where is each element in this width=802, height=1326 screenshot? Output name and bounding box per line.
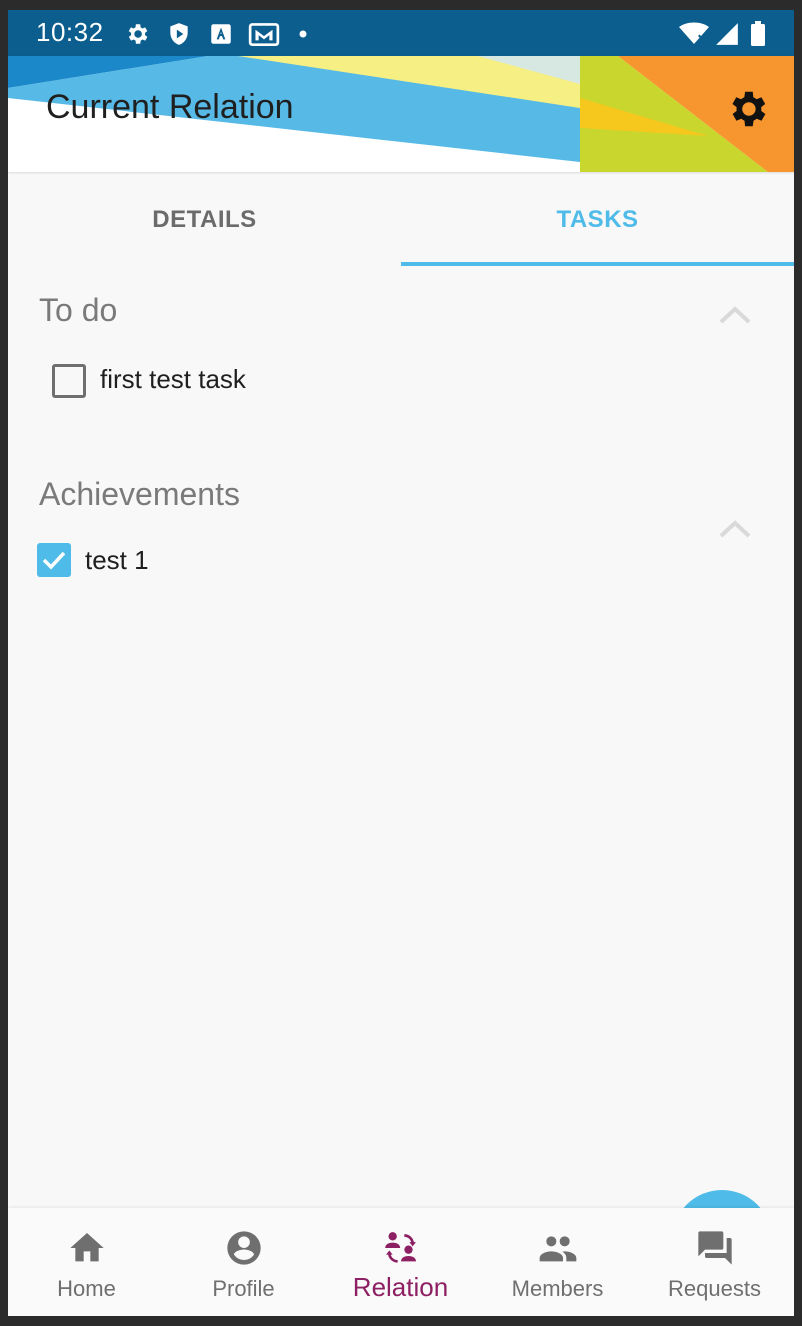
bottom-navigation: Home Profile Relation Members Requests — [8, 1208, 794, 1316]
nav-label-home: Home — [57, 1276, 116, 1301]
checkmark-icon — [42, 551, 66, 570]
nav-label-members: Members — [511, 1276, 604, 1301]
nav-label-profile: Profile — [212, 1276, 275, 1301]
mail-icon — [248, 23, 280, 46]
shield-play-icon — [170, 23, 188, 45]
task-label: first test task — [100, 364, 246, 394]
translate-icon — [211, 24, 231, 44]
tab-bar: DETAILS TASKS — [8, 173, 794, 266]
achievements-collapse-chevron-up-icon[interactable] — [715, 514, 755, 544]
app-header: Current Relation — [8, 56, 794, 172]
achievement-task-item[interactable]: test 1 — [37, 543, 437, 583]
page-title: Current Relation — [46, 88, 294, 126]
status-bar: 10:32 — [8, 10, 794, 56]
todo-collapse-chevron-up-icon[interactable] — [715, 300, 755, 330]
app-screen: 10:32 Current Relation DETAILS TASKS To … — [8, 10, 794, 1316]
task-checkbox-unchecked[interactable] — [52, 364, 86, 398]
battery-icon — [751, 21, 765, 46]
tab-details[interactable]: DETAILS — [8, 173, 401, 265]
nav-item-profile[interactable]: Profile — [165, 1208, 322, 1316]
nav-item-requests[interactable]: Requests — [636, 1208, 793, 1316]
forum-icon — [698, 1231, 732, 1265]
status-time: 10:32 — [36, 17, 104, 47]
settings-gear-icon[interactable] — [724, 86, 770, 132]
nav-item-members[interactable]: Members — [479, 1208, 636, 1316]
nav-label-relation: Relation — [352, 1272, 449, 1302]
wifi-icon — [679, 22, 709, 44]
task-label: test 1 — [85, 545, 149, 575]
settings-notification-icon — [128, 24, 148, 44]
account-circle-icon — [227, 1231, 261, 1265]
todo-task-item[interactable]: first test task — [52, 362, 452, 402]
nav-label-requests: Requests — [668, 1276, 761, 1301]
active-tab-indicator — [401, 262, 794, 266]
achievements-section-title: Achievements — [39, 476, 240, 512]
nav-item-home[interactable]: Home — [8, 1208, 165, 1316]
tab-tasks[interactable]: TASKS — [401, 173, 794, 265]
task-checkbox-checked[interactable] — [37, 543, 71, 577]
more-notifications-dot-icon — [299, 30, 307, 38]
nav-item-relation[interactable]: Relation — [322, 1208, 479, 1316]
relation-icon — [385, 1232, 416, 1263]
home-icon — [70, 1233, 104, 1262]
group-icon — [539, 1236, 577, 1262]
cell-signal-icon — [716, 23, 738, 45]
todo-section-title: To do — [39, 292, 118, 328]
